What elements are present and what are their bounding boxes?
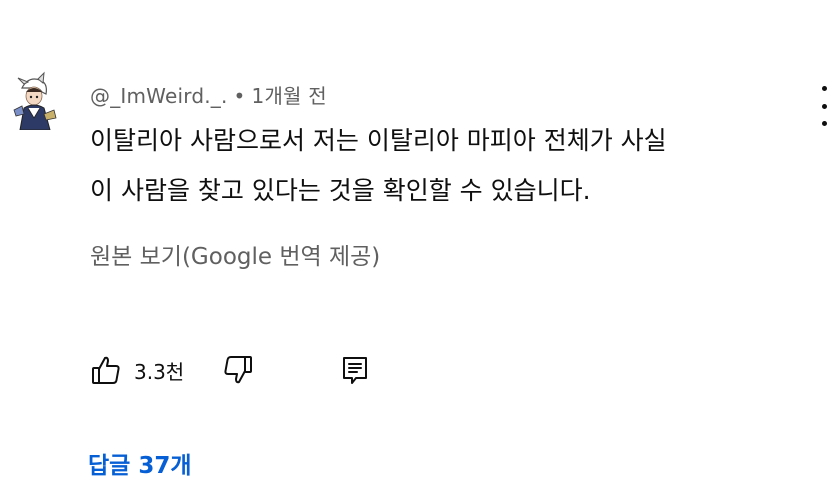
comment-text: 이탈리아 사람으로서 저는 이탈리아 마피아 전체가 사실 이 사람을 찾고 있…: [90, 116, 810, 216]
menu-dot: [821, 86, 827, 91]
like-count: 3.3천: [134, 360, 185, 384]
comment-thread: @_ImWeird._. • 1개월 전 이탈리아 사람으로서 저는 이탈리아 마피…: [0, 0, 840, 502]
comment-reply-icon[interactable]: [340, 354, 370, 386]
thumbs-down-icon[interactable]: [222, 354, 254, 386]
avatar-image: [13, 71, 57, 131]
menu-dot: [821, 121, 827, 126]
see-original-link[interactable]: 원본 보기(Google 번역 제공): [90, 237, 380, 271]
menu-dot: [821, 103, 827, 109]
more-vert-icon[interactable]: [814, 86, 834, 126]
header-separator: •: [233, 84, 246, 108]
comment-text-line: 이탈리아 사람으로서 저는 이탈리아 마피아 전체가 사실: [90, 126, 667, 155]
comment-header: @_ImWeird._. • 1개월 전: [90, 80, 327, 109]
comment-actions: 3.3천: [0, 350, 840, 390]
comment-text-line: 이 사람을 찾고 있다는 것을 확인할 수 있습니다.: [90, 176, 591, 205]
thumbs-up-icon[interactable]: [90, 354, 122, 386]
avatar[interactable]: [8, 70, 58, 131]
replies-button[interactable]: 답글 37개: [88, 446, 192, 480]
comment-time[interactable]: 1개월 전: [252, 84, 327, 108]
author-name[interactable]: @_ImWeird._.: [90, 84, 228, 108]
